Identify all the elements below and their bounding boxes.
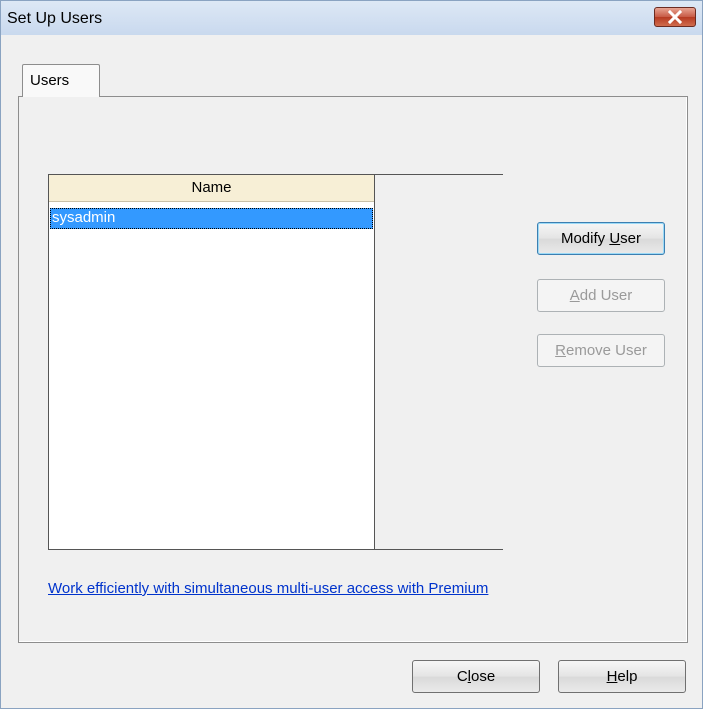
- close-button[interactable]: Close: [412, 660, 540, 693]
- help-button[interactable]: Help: [558, 660, 686, 693]
- add-user-accel: A: [569, 287, 580, 304]
- modify-user-label-a: Modify: [560, 230, 610, 247]
- modify-user-label-b: ser: [620, 230, 642, 247]
- add-user-label-b: dd User: [579, 287, 633, 304]
- remove-user-button[interactable]: Remove User: [537, 334, 665, 367]
- close-window-button[interactable]: [654, 7, 696, 27]
- premium-upgrade-link[interactable]: Work efficiently with simultaneous multi…: [48, 580, 488, 597]
- help-accel: H: [606, 668, 618, 685]
- add-user-button[interactable]: Add User: [537, 279, 665, 312]
- remove-user-label-b: emove User: [565, 342, 647, 359]
- list-empty-area: [374, 175, 503, 549]
- user-row-sysadmin[interactable]: sysadmin: [50, 208, 373, 229]
- users-list[interactable]: Name sysadmin: [48, 174, 503, 550]
- close-x-icon: [668, 10, 682, 24]
- modify-user-button[interactable]: Modify User: [537, 222, 665, 255]
- help-label-b: elp: [617, 668, 638, 685]
- name-column-header[interactable]: Name: [49, 175, 374, 202]
- tab-users[interactable]: Users: [22, 64, 100, 97]
- title-bar: Set Up Users: [1, 1, 702, 35]
- remove-user-accel: R: [555, 342, 566, 359]
- window-title: Set Up Users: [7, 10, 103, 27]
- close-label-b: ose: [471, 668, 496, 685]
- set-up-users-dialog: Set Up Users Users Name sysadmin Modify …: [0, 0, 703, 709]
- tab-users-label: Users: [30, 72, 70, 89]
- modify-user-accel: U: [609, 230, 621, 247]
- close-label-a: C: [456, 668, 468, 685]
